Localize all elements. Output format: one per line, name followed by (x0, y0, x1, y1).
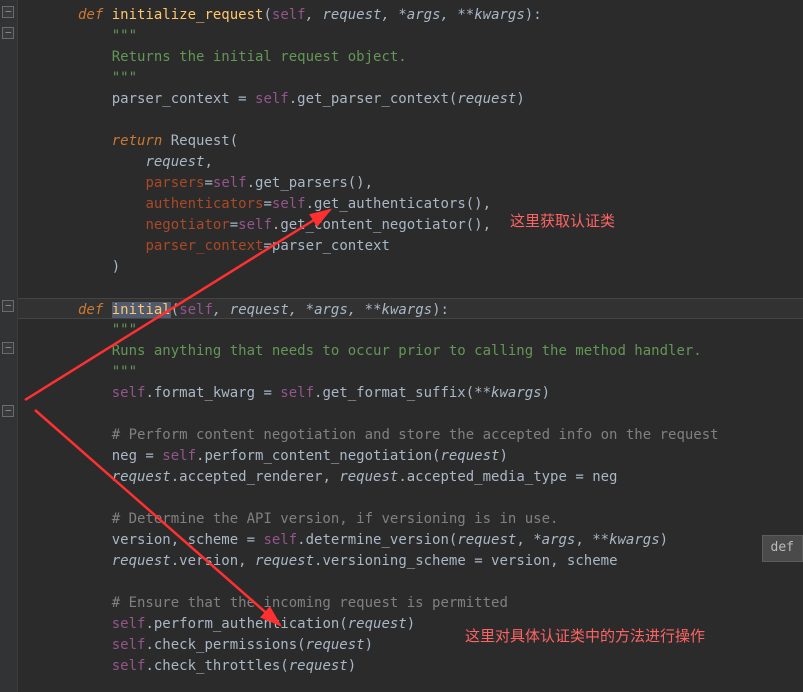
comment: # Determine the API version, if versioni… (112, 511, 559, 527)
param-args: args (407, 7, 441, 23)
fold-marker[interactable] (2, 342, 14, 354)
param-self: self (272, 7, 306, 23)
keyword-def: def (78, 302, 103, 318)
keyword-def: def (78, 7, 103, 23)
param-kwargs: kwargs (474, 7, 525, 23)
docstring: """ (112, 70, 137, 86)
fold-marker[interactable] (2, 6, 14, 18)
fold-marker[interactable] (2, 405, 14, 417)
comment: # Perform content negotiation and store … (112, 427, 719, 443)
active-line[interactable]: def initial(self, request, *args, **kwar… (18, 298, 803, 319)
docstring: Runs anything that needs to occur prior … (112, 343, 702, 359)
docstring: """ (112, 322, 137, 338)
docstring: """ (112, 364, 137, 380)
fold-marker[interactable] (2, 300, 14, 312)
docstring: """ (112, 28, 137, 44)
fold-marker[interactable] (2, 27, 14, 39)
docstring: Returns the initial request object. (112, 49, 407, 65)
code-hint-popup: def (762, 535, 803, 562)
function-name-initial: initial (112, 302, 171, 318)
function-name: initialize_request (112, 7, 264, 23)
paren: ( (263, 7, 271, 23)
annotation-text-2: 这里对具体认证类中的方法进行操作 (465, 625, 705, 649)
fold-gutter (0, 0, 18, 692)
param-request: request (322, 7, 381, 23)
code-content[interactable]: def initialize_request(self, request, *a… (18, 0, 803, 692)
comment: # Ensure that the incoming request is pe… (112, 595, 508, 611)
keyword-return: return (112, 133, 163, 149)
code-editor[interactable]: def initialize_request(self, request, *a… (0, 0, 803, 692)
annotation-text-1: 这里获取认证类 (510, 210, 615, 234)
